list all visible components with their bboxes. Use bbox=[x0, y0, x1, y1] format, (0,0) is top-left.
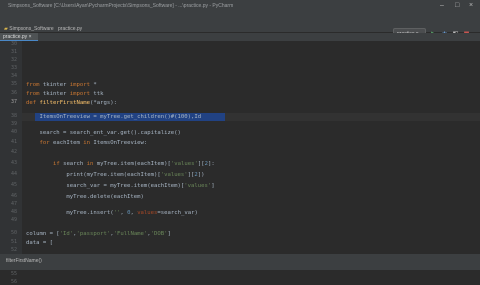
line-number[interactable]: 31 bbox=[0, 49, 17, 55]
code-line: column = ['Id','passport','FullName','DO… bbox=[26, 231, 171, 237]
line-number[interactable]: 38 bbox=[0, 113, 17, 119]
folder-icon: ▰ bbox=[4, 26, 8, 32]
line-number[interactable]: 36 bbox=[0, 90, 17, 96]
status-bar: filterFirstName() bbox=[0, 254, 480, 270]
breadcrumb-project[interactable]: ▰ Simpsons_Software bbox=[4, 26, 54, 32]
line-number-gutter: 30 31 32 33 34 35 36 37 38 39 40 41 42 43 44 45 46 47 48 49… bbox=[0, 41, 22, 285]
line-number[interactable]: 39 bbox=[0, 121, 17, 127]
code-editor[interactable]: from tkinter import * from tkinter impor… bbox=[22, 41, 480, 254]
line-number[interactable]: 45 bbox=[0, 182, 17, 188]
tab-practice[interactable]: practice.py × bbox=[0, 33, 38, 41]
code-line: for eachItem in ItemsOnTreeview: bbox=[39, 140, 148, 146]
line-number[interactable]: 55 bbox=[0, 271, 17, 277]
minimize-icon[interactable]: – bbox=[440, 2, 444, 9]
code-line: ItemsOnTreeview = myTree.get_children()#… bbox=[26, 114, 202, 120]
breadcrumb-file[interactable]: practice.py bbox=[58, 26, 82, 32]
status-text: filterFirstName() bbox=[6, 258, 42, 264]
line-number[interactable]: 47 bbox=[0, 201, 17, 207]
editor-tab-bar: practice.py × bbox=[0, 33, 480, 41]
line-number[interactable]: 49 bbox=[0, 217, 17, 223]
line-number[interactable]: 46 bbox=[0, 193, 17, 199]
title-bar: Simpsons_Software [C:\Users\Ayan\Pycharm… bbox=[0, 0, 480, 12]
line-number[interactable]: 34 bbox=[0, 73, 17, 79]
line-number[interactable]: 44 bbox=[0, 171, 17, 177]
code-line: from tkinter import * bbox=[26, 82, 97, 88]
line-number[interactable]: 43 bbox=[0, 160, 17, 166]
code-line: myTree.insert('', 0, values=search_var) bbox=[26, 210, 198, 216]
line-number[interactable]: 41 bbox=[0, 139, 17, 145]
maximize-icon[interactable]: □ bbox=[455, 2, 459, 9]
window-title: Simpsons_Software [C:\Users\Ayan\Pycharm… bbox=[8, 3, 234, 9]
code-line: data = [ bbox=[26, 240, 53, 246]
line-number[interactable]: 51 bbox=[0, 239, 17, 245]
code-line: search_var = myTree.item(eachItem)['valu… bbox=[26, 183, 215, 189]
code-line: if search in myTree.item(eachItem)['valu… bbox=[52, 161, 215, 167]
code-line: myTree.delete(eachItem) bbox=[26, 194, 144, 200]
code-line: search = search_ent_var.get().capitalize… bbox=[26, 130, 181, 136]
line-number[interactable]: 32 bbox=[0, 57, 17, 63]
code-line: print(myTree.item(eachItem)['values'][2]… bbox=[26, 172, 205, 178]
line-number[interactable]: 56 bbox=[0, 279, 17, 285]
line-number[interactable]: 30 bbox=[0, 41, 17, 47]
line-number[interactable]: 40 bbox=[0, 129, 17, 135]
line-number[interactable]: 33 bbox=[0, 65, 17, 71]
line-number[interactable]: 37 bbox=[0, 99, 17, 105]
line-number[interactable]: 52 bbox=[0, 247, 17, 253]
close-icon[interactable]: × bbox=[469, 2, 473, 9]
code-line: from tkinter import ttk bbox=[26, 91, 104, 97]
code-line: def filterFirstName(*args): bbox=[26, 100, 117, 106]
line-number[interactable]: 48 bbox=[0, 209, 17, 215]
line-number[interactable]: 35 bbox=[0, 81, 17, 87]
line-number[interactable]: 42 bbox=[0, 149, 17, 155]
line-number[interactable]: 50 bbox=[0, 230, 17, 236]
